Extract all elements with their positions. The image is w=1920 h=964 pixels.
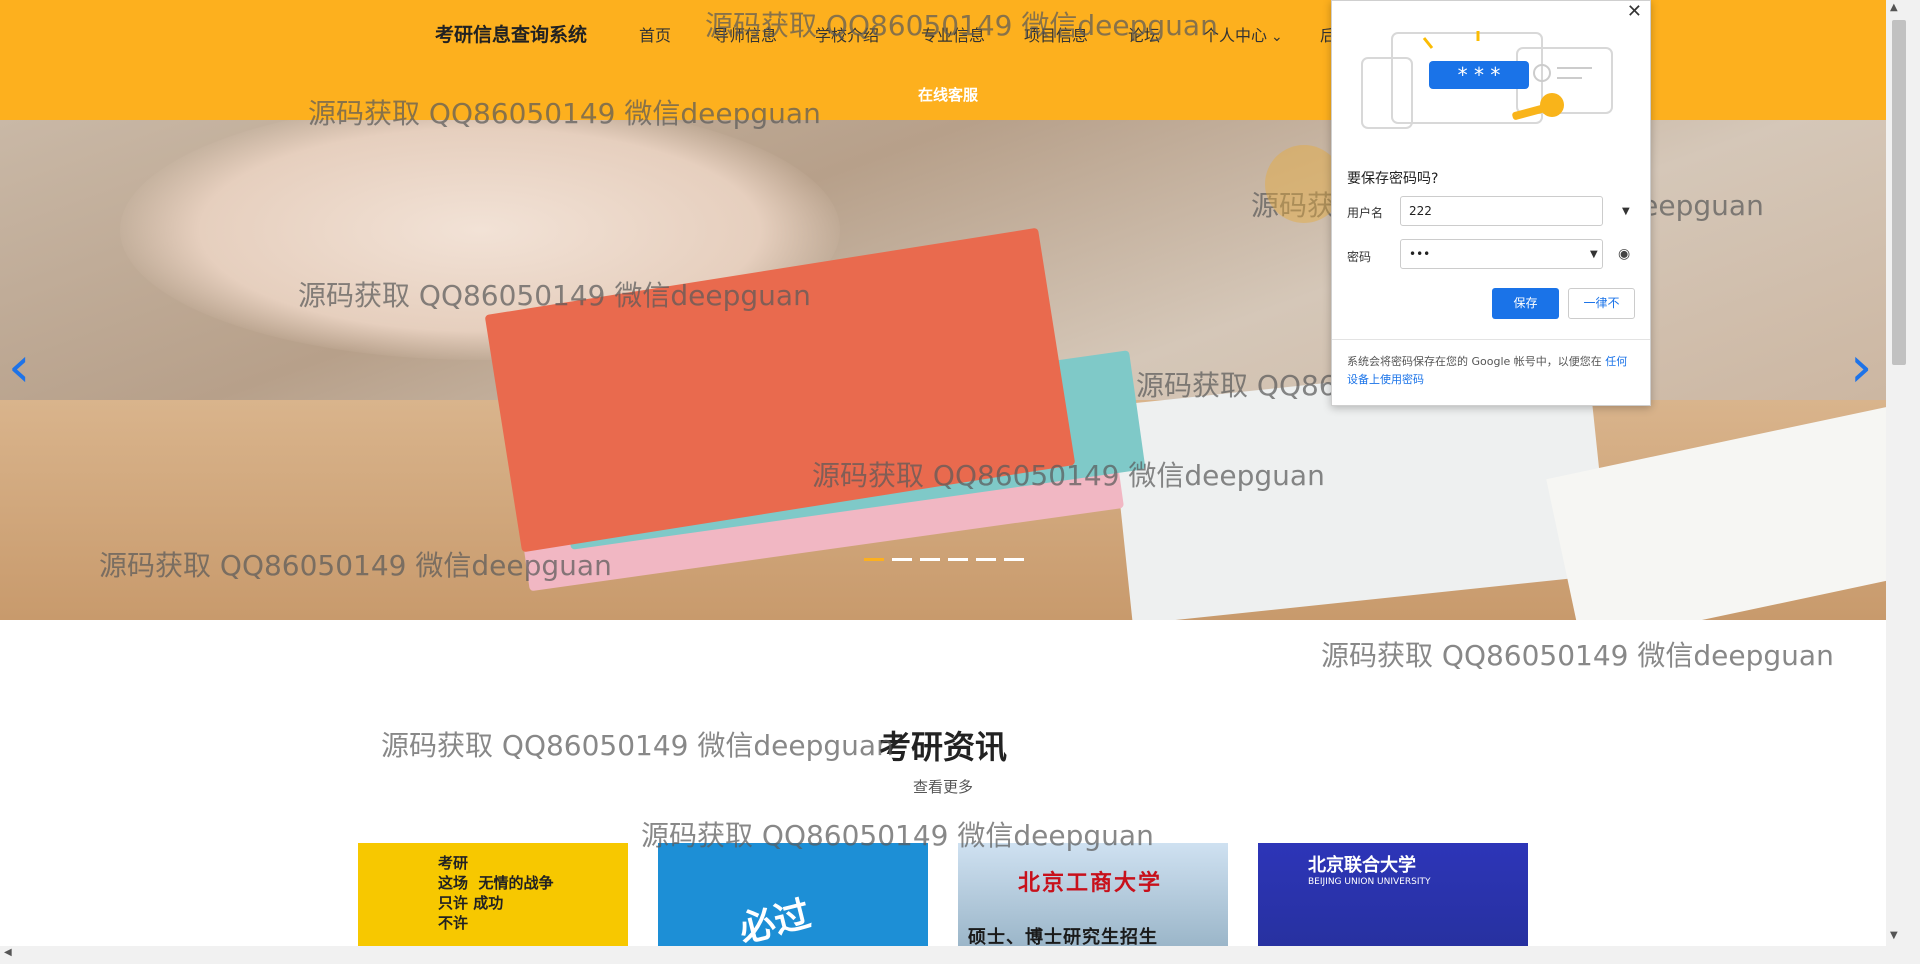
news-card-text: 必过 [734, 893, 815, 946]
news-card[interactable]: 必过 [658, 843, 928, 946]
news-card-title: 北京工商大学 [1018, 871, 1163, 896]
chevron-down-icon[interactable]: ▼ [1590, 249, 1598, 260]
dialog-divider [1332, 339, 1650, 340]
save-button[interactable]: 保存 [1492, 288, 1559, 319]
nav-forum[interactable]: 论坛 [1128, 22, 1160, 46]
username-field[interactable]: 222 [1400, 196, 1603, 226]
scroll-down-icon[interactable]: ▼ [1890, 930, 1898, 941]
carousel-prev-icon[interactable]: ‹ [8, 340, 30, 396]
news-card-subtitle: BEIJING UNION UNIVERSITY [1308, 877, 1431, 887]
nav-school-intro[interactable]: 学校介绍 [815, 22, 879, 46]
nav-home[interactable]: 首页 [639, 22, 671, 46]
news-card-subtitle: 硕士、博士研究生招生 [968, 927, 1158, 946]
news-section-title: 考研资讯 [878, 728, 1007, 766]
carousel-next-icon[interactable]: › [1850, 340, 1872, 396]
news-card[interactable]: 考研 这场 无情的战争 只许 成功 不许 [358, 843, 628, 946]
username-label: 用户名 [1347, 206, 1384, 220]
dialog-footer: 系统会将密码保存在您的 Google 帐号中，以便您在 任何设备上使用密码 [1347, 353, 1637, 389]
scroll-up-icon[interactable]: ▲ [1890, 2, 1898, 13]
masked-password-text: * * * [1458, 63, 1501, 87]
news-card[interactable]: 北京工商大学 硕士、博士研究生招生 [958, 843, 1228, 946]
password-field[interactable]: ••• [1400, 239, 1603, 269]
carousel-dot[interactable] [892, 558, 912, 561]
nav-project-info[interactable]: 项目信息 [1024, 22, 1088, 46]
vertical-scrollbar-thumb[interactable] [1892, 20, 1906, 365]
nav-personal-center[interactable]: 个人中心 [1203, 22, 1283, 46]
never-button[interactable]: 一律不 [1568, 288, 1635, 319]
carousel-dot[interactable] [920, 558, 940, 561]
nav-online-service[interactable]: 在线客服 [918, 84, 978, 105]
chevron-down-icon[interactable]: ▼ [1622, 206, 1630, 217]
save-password-dialog: ✕ * * * 要保存密码吗? 用户名 222 ▼ 密码 ••• ▼ ◉ 保存 … [1331, 0, 1651, 406]
carousel-dot[interactable] [1004, 558, 1024, 561]
password-illustration-icon: * * * [1361, 31, 1613, 129]
dialog-title: 要保存密码吗? [1347, 171, 1439, 187]
news-card-text: 考研 这场 无情的战争 只许 成功 不许 [438, 854, 554, 932]
carousel-pagination [864, 558, 1024, 561]
watermark-text: 源码获取 QQ86050149 微信deepguan [1321, 639, 1834, 672]
eye-icon[interactable]: ◉ [1618, 246, 1630, 262]
nav-major-info[interactable]: 专业信息 [921, 22, 985, 46]
nav-tutor-info[interactable]: 导师信息 [713, 22, 777, 46]
dialog-footer-text: 系统会将密码保存在您的 Google 帐号中，以便您在 [1347, 355, 1602, 368]
scroll-left-icon[interactable]: ◀ [4, 947, 12, 958]
carousel-dot[interactable] [948, 558, 968, 561]
site-brand[interactable]: 考研信息查询系统 [435, 20, 587, 47]
carousel-dot[interactable] [864, 558, 884, 561]
horizontal-scrollbar[interactable] [0, 946, 1886, 964]
news-card[interactable]: 北京联合大学 BEIJING UNION UNIVERSITY [1258, 843, 1528, 946]
password-label: 密码 [1347, 250, 1372, 264]
news-card-title: 北京联合大学 [1308, 855, 1416, 876]
carousel-dot[interactable] [976, 558, 996, 561]
news-more-link[interactable]: 查看更多 [0, 776, 1886, 797]
